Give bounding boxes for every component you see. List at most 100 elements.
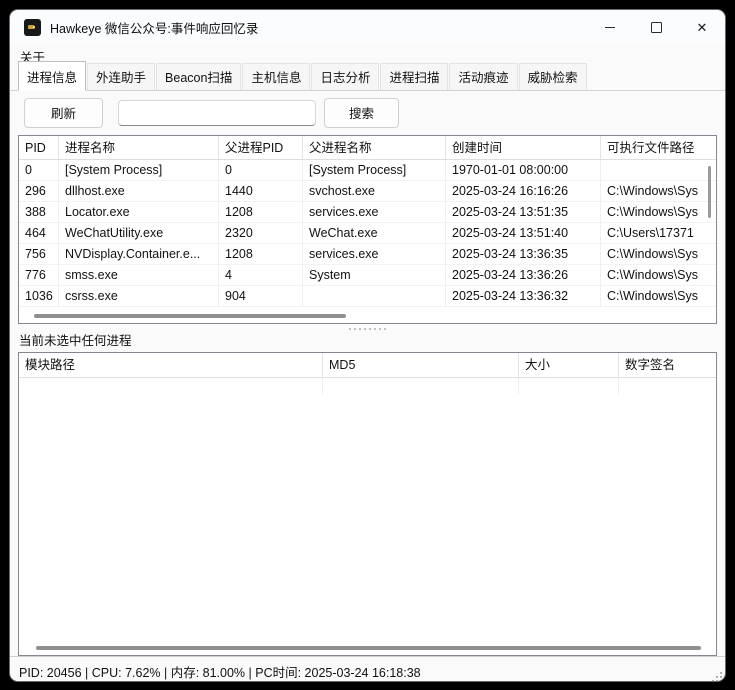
table-cell: 756 (19, 244, 59, 265)
toolbar: 刷新 搜索 (10, 91, 725, 134)
title-bar: Hawkeye 微信公众号:事件响应回忆录 ✕ (10, 10, 725, 44)
table-row[interactable]: 1036csrss.exe9042025-03-24 13:36:32C:\Wi… (19, 286, 716, 307)
column-header[interactable]: 父进程名称 (303, 136, 446, 160)
table-cell: C:\Users\17371 (601, 223, 717, 244)
column-header[interactable]: 大小 (519, 353, 619, 378)
tab-strip: 进程信息外连助手Beacon扫描主机信息日志分析进程扫描活动痕迹威胁检索 (10, 68, 725, 91)
table-cell: 1970-01-01 08:00:00 (446, 160, 601, 181)
splitter-grip-dot (374, 328, 376, 330)
splitter-grip-dot (354, 328, 356, 330)
table-row[interactable]: 776smss.exe4System2025-03-24 13:36:26C:\… (19, 265, 716, 286)
table-cell: 2025-03-24 16:16:26 (446, 181, 601, 202)
table-cell: WeChat.exe (303, 223, 446, 244)
column-header[interactable]: PID (19, 136, 59, 160)
column-header[interactable]: 可执行文件路径 (601, 136, 717, 160)
column-header[interactable]: 模块路径 (19, 353, 323, 378)
minimize-button[interactable] (587, 10, 633, 44)
column-header[interactable]: 进程名称 (59, 136, 219, 160)
splitter-handle[interactable] (10, 324, 725, 333)
table-cell: C:\Windows\Sys (601, 265, 717, 286)
tab-process-scan[interactable]: 进程扫描 (380, 63, 448, 90)
table-cell: 776 (19, 265, 59, 286)
table-cell: C:\Windows\Sys (601, 181, 717, 202)
tab-log-analysis[interactable]: 日志分析 (311, 63, 379, 90)
maximize-button[interactable] (633, 10, 679, 44)
table-cell: 2025-03-24 13:36:35 (446, 244, 601, 265)
horizontal-scrollbar[interactable] (19, 310, 716, 322)
process-table[interactable]: PID进程名称父进程PID父进程名称创建时间可执行文件路径 0[System P… (18, 135, 717, 324)
table-cell: 2320 (219, 223, 303, 244)
table-row[interactable]: 388Locator.exe1208services.exe2025-03-24… (19, 202, 716, 223)
table-cell: 1208 (219, 202, 303, 223)
table-cell: C:\Windows\Sys (601, 202, 717, 223)
tab-process-info[interactable]: 进程信息 (18, 61, 86, 91)
horizontal-scrollbar-thumb[interactable] (36, 646, 701, 650)
splitter-grip-dot (349, 328, 351, 330)
splitter-grip-dot (364, 328, 366, 330)
table-row[interactable]: 464WeChatUtility.exe2320WeChat.exe2025-0… (19, 223, 716, 244)
table-cell: C:\Windows\Sys (601, 286, 717, 307)
process-table-body: 0[System Process]0[System Process]1970-0… (19, 160, 716, 307)
table-cell: smss.exe (59, 265, 219, 286)
table-cell: 2025-03-24 13:51:35 (446, 202, 601, 223)
selection-status-label: 当前未选中任何进程 (10, 333, 725, 352)
splitter-grip-dot (379, 328, 381, 330)
tab-beacon-scan[interactable]: Beacon扫描 (156, 63, 241, 90)
window-title: Hawkeye 微信公众号:事件响应回忆录 (50, 18, 258, 37)
table-cell: 0 (219, 160, 303, 181)
table-cell: 2025-03-24 13:51:40 (446, 223, 601, 244)
horizontal-scrollbar-thumb[interactable] (34, 314, 346, 318)
table-cell: System (303, 265, 446, 286)
minimize-icon (605, 27, 615, 28)
table-cell: 0 (19, 160, 59, 181)
tab-outbound-helper[interactable]: 外连助手 (87, 63, 155, 90)
tab-activity-traces[interactable]: 活动痕迹 (449, 63, 517, 90)
status-bar: PID: 20456 | CPU: 7.62% | 内存: 81.00% | P… (10, 656, 725, 681)
close-icon: ✕ (697, 21, 708, 34)
vertical-scrollbar-thumb[interactable] (708, 166, 711, 218)
horizontal-scrollbar[interactable] (19, 642, 716, 654)
column-header[interactable]: MD5 (323, 353, 519, 378)
module-table-empty-row (19, 378, 716, 394)
search-button[interactable]: 搜索 (324, 98, 399, 128)
table-cell: 2025-03-24 13:36:26 (446, 265, 601, 286)
table-row[interactable]: 296dllhost.exe1440svchost.exe2025-03-24 … (19, 181, 716, 202)
table-cell: 296 (19, 181, 59, 202)
table-cell: Locator.exe (59, 202, 219, 223)
table-row[interactable]: 756NVDisplay.Container.e...1208services.… (19, 244, 716, 265)
table-cell: svchost.exe (303, 181, 446, 202)
app-window: Hawkeye 微信公众号:事件响应回忆录 ✕ 关于 进程信息外连助手Beaco… (10, 10, 725, 681)
maximize-icon (651, 22, 662, 33)
column-header[interactable]: 数字签名 (619, 353, 717, 378)
window-controls: ✕ (587, 10, 725, 44)
table-cell: 4 (219, 265, 303, 286)
table-cell (601, 160, 717, 181)
table-cell: services.exe (303, 202, 446, 223)
table-cell: WeChatUtility.exe (59, 223, 219, 244)
tab-threat-search[interactable]: 威胁检索 (519, 63, 587, 90)
splitter-grip-dot (359, 328, 361, 330)
table-cell: 1036 (19, 286, 59, 307)
module-table-header: 模块路径MD5大小数字签名 (19, 353, 716, 378)
module-table[interactable]: 模块路径MD5大小数字签名 (18, 352, 717, 656)
table-cell (303, 286, 446, 307)
table-cell: 388 (19, 202, 59, 223)
table-cell: 464 (19, 223, 59, 244)
column-header[interactable]: 创建时间 (446, 136, 601, 160)
table-cell: NVDisplay.Container.e... (59, 244, 219, 265)
resize-grip-icon[interactable] (711, 671, 722, 681)
splitter-grip-dot (384, 328, 386, 330)
tab-host-info[interactable]: 主机信息 (242, 63, 310, 90)
process-table-header: PID进程名称父进程PID父进程名称创建时间可执行文件路径 (19, 136, 716, 160)
table-cell: dllhost.exe (59, 181, 219, 202)
table-row[interactable]: 0[System Process]0[System Process]1970-0… (19, 160, 716, 181)
table-cell: 904 (219, 286, 303, 307)
splitter-grip-dot (369, 328, 371, 330)
refresh-button[interactable]: 刷新 (24, 98, 103, 128)
column-header[interactable]: 父进程PID (219, 136, 303, 160)
table-cell: C:\Windows\Sys (601, 244, 717, 265)
close-button[interactable]: ✕ (679, 10, 725, 44)
table-cell: [System Process] (303, 160, 446, 181)
table-cell: services.exe (303, 244, 446, 265)
search-input[interactable] (118, 100, 316, 126)
